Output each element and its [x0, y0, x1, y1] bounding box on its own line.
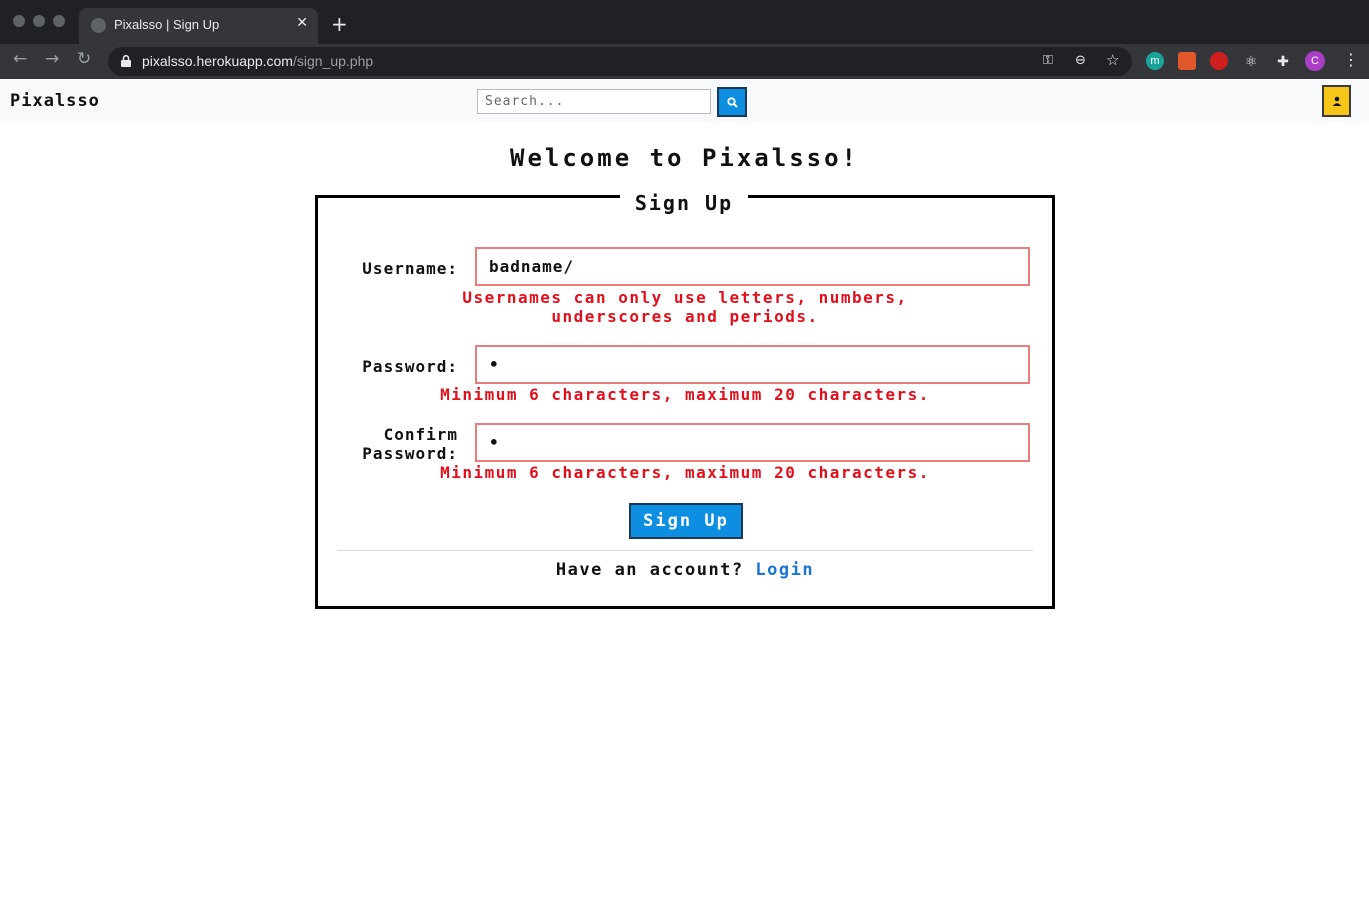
extension-m-icon[interactable]: m	[1146, 52, 1164, 70]
sign-up-button[interactable]: Sign Up	[629, 503, 743, 539]
browser-toolbar: ← → ↻ pixalsso.herokuapp.com/sign_up.php…	[0, 44, 1369, 79]
minimize-window-icon[interactable]	[33, 15, 45, 27]
key-icon[interactable]: ⚿	[1043, 53, 1053, 68]
kebab-menu-icon[interactable]: ⋮	[1343, 50, 1359, 69]
form-title: Sign Up	[620, 192, 748, 218]
login-prompt: Have an account? Login	[555, 560, 815, 580]
maximize-window-icon[interactable]	[53, 15, 65, 27]
stop-hand-icon[interactable]	[1210, 52, 1228, 70]
username-field[interactable]	[475, 247, 1030, 286]
password-field[interactable]	[475, 345, 1030, 384]
close-window-icon[interactable]	[13, 15, 25, 27]
search-button[interactable]	[717, 87, 747, 117]
reload-icon[interactable]: ↻	[77, 49, 91, 69]
tab-close-icon[interactable]: ✕	[296, 15, 308, 31]
brand-logo[interactable]: Pixalsso	[10, 91, 100, 111]
globe-icon	[91, 18, 106, 33]
star-icon[interactable]: ☆	[1106, 51, 1119, 69]
password-error: Minimum 6 characters, maximum 20 charact…	[440, 385, 930, 404]
site-navbar: Pixalsso	[0, 79, 1369, 123]
shield-extension-icon[interactable]	[1178, 52, 1196, 70]
confirm-password-label: Confirm Password:	[362, 425, 458, 463]
url-text: pixalsso.herokuapp.com/sign_up.php	[142, 53, 374, 69]
divider	[337, 550, 1033, 551]
tab-title: Pixalsso | Sign Up	[114, 17, 220, 32]
browser-tab-strip: Pixalsso | Sign Up ✕ +	[0, 0, 1369, 44]
password-label: Password:	[362, 357, 458, 376]
puzzle-icon[interactable]: ✚	[1274, 52, 1292, 70]
profile-avatar[interactable]: C	[1305, 51, 1325, 71]
react-devtools-icon[interactable]: ⚛	[1242, 52, 1260, 70]
login-link[interactable]: Login	[755, 560, 814, 580]
signup-form: Username: Usernames can only use letters…	[315, 195, 1055, 609]
browser-tab[interactable]: Pixalsso | Sign Up ✕	[79, 8, 318, 44]
lock-icon	[121, 55, 131, 67]
search-input[interactable]	[477, 89, 711, 114]
new-tab-icon[interactable]: +	[331, 12, 348, 36]
username-error: Usernames can only use letters, numbers,…	[462, 288, 908, 326]
user-icon	[1332, 96, 1341, 106]
zoom-out-icon[interactable]: ⊖	[1075, 53, 1086, 68]
page-title: Welcome to Pixalsso!	[510, 144, 859, 172]
confirm-password-field[interactable]	[475, 423, 1030, 462]
forward-arrow-icon[interactable]: →	[45, 49, 59, 69]
address-bar[interactable]: pixalsso.herokuapp.com/sign_up.php ⚿ ⊖ ☆	[108, 47, 1132, 76]
user-account-button[interactable]	[1322, 85, 1351, 117]
back-arrow-icon[interactable]: ←	[13, 49, 27, 69]
username-label: Username:	[362, 259, 458, 278]
confirm-password-error: Minimum 6 characters, maximum 20 charact…	[440, 463, 930, 482]
search-icon	[726, 96, 738, 108]
